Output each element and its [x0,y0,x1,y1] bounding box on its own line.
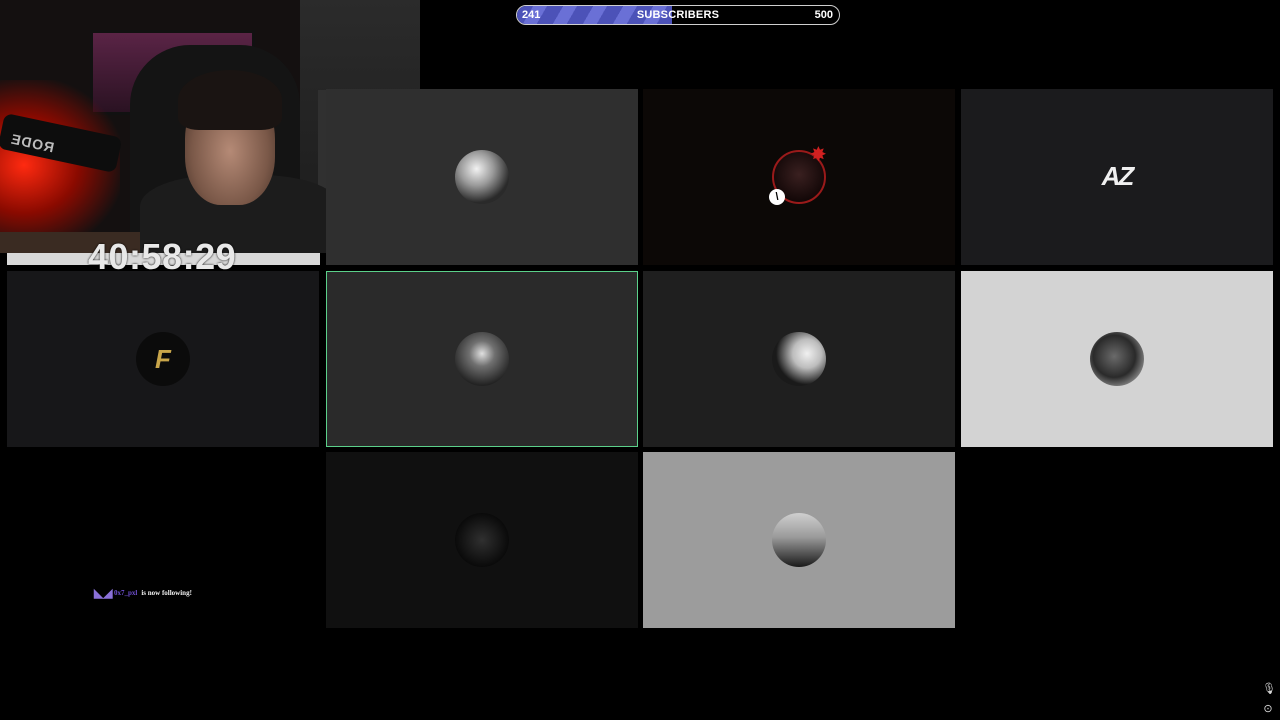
red-star-icon: ✸ [810,144,827,166]
participant-tile[interactable] [326,452,638,628]
grayscale-portrait-avatar [455,150,509,204]
f-logo-icon: F [155,343,171,374]
settings-icon[interactable]: ⊙ [1262,703,1274,715]
subscriber-goal-bar: 241 SUBSCRIBERS 500 [516,5,840,25]
participant-tile[interactable]: F [7,271,319,447]
f-logo-avatar: F [136,332,190,386]
participant-tile[interactable] [961,271,1273,447]
follow-alert: ◣◢ 0x7_pxl is now following! [94,584,192,602]
slash-badge-icon: \ [769,189,785,205]
participant-tile[interactable] [326,89,638,265]
participant-tile[interactable] [643,89,955,265]
follow-logo-icon: ◣◢ [94,585,113,600]
knight-avatar [1090,332,1144,386]
dark-warrior-avatar [455,513,509,567]
goal-label: SUBSCRIBERS [636,9,720,21]
follow-message: is now following! [141,589,192,597]
follower-username: 0x7_pxl [114,589,138,597]
participant-tile[interactable]: AZ [961,89,1273,265]
mountain-avatar [772,513,826,567]
webcam-hair [178,70,282,130]
mic-icon[interactable]: 🎙 [1262,683,1276,695]
participant-tile-active[interactable] [326,271,638,447]
silhouette-avatar [772,332,826,386]
participant-tile[interactable] [643,452,955,628]
participant-tile[interactable] [643,271,955,447]
goal-target-count: 500 [814,9,833,21]
light-beam-avatar [455,332,509,386]
az-logo-icon: AZ [1101,161,1135,191]
